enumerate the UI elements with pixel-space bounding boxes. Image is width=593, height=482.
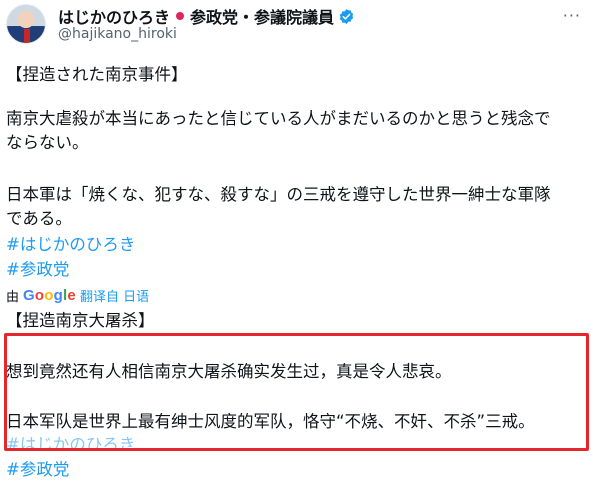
verified-badge-icon: [339, 8, 354, 24]
author-name[interactable]: はじかのひろき: [58, 4, 170, 28]
translated-by-label: 由: [6, 289, 20, 305]
translated-para2: 日本军队是世界上最有绅士风度的军队，恪守“不烧、不奸、不杀”三戒。: [6, 412, 535, 431]
original-para2-line1: 日本軍は「焼くな、犯すな、殺すな」の三戒を遵守した世界一紳士な軍隊: [6, 185, 551, 204]
translation-attribution: 由 Google 翻译自 日语: [6, 285, 149, 305]
hashtag-link[interactable]: #参政党: [6, 458, 69, 482]
hashtag-link[interactable]: #はじかのひろき: [6, 433, 135, 457]
party-dot-icon: [176, 12, 185, 20]
original-heading: 【捏造された南京事件】: [6, 65, 188, 84]
original-para1-line2: ならない。: [6, 133, 89, 152]
more-dots-icon[interactable]: ···: [563, 6, 581, 25]
avatar[interactable]: [6, 4, 46, 44]
google-logo: Google: [23, 286, 76, 304]
author-affiliation[interactable]: 参政党・参議院議員: [190, 4, 334, 28]
post: はじかのひろき 参政党・参議院議員 @hajikano_hiroki ··· 【…: [0, 0, 593, 482]
author-name-row[interactable]: はじかのひろき 参政党・参議院議員: [58, 5, 355, 27]
author-handle[interactable]: @hajikano_hiroki: [58, 26, 177, 42]
original-para2-line2: である。: [6, 209, 72, 228]
hashtag-link[interactable]: #はじかのひろき: [6, 233, 135, 257]
post-header: はじかのひろき 参政党・参議院議員 @hajikano_hiroki ···: [6, 4, 591, 44]
translated-para1: 想到竟然还有人相信南京大屠杀确实发生过，真是令人悲哀。: [6, 362, 452, 381]
hashtag-link[interactable]: #参政党: [6, 258, 69, 282]
translated-heading: 【捏造南京大屠杀】: [6, 311, 155, 330]
translate-source-link[interactable]: 翻译自 日语: [80, 286, 149, 305]
original-para1-line1: 南京大虐殺が本当にあったと信じている人がまだいるのかと思うと残念で: [6, 109, 551, 128]
